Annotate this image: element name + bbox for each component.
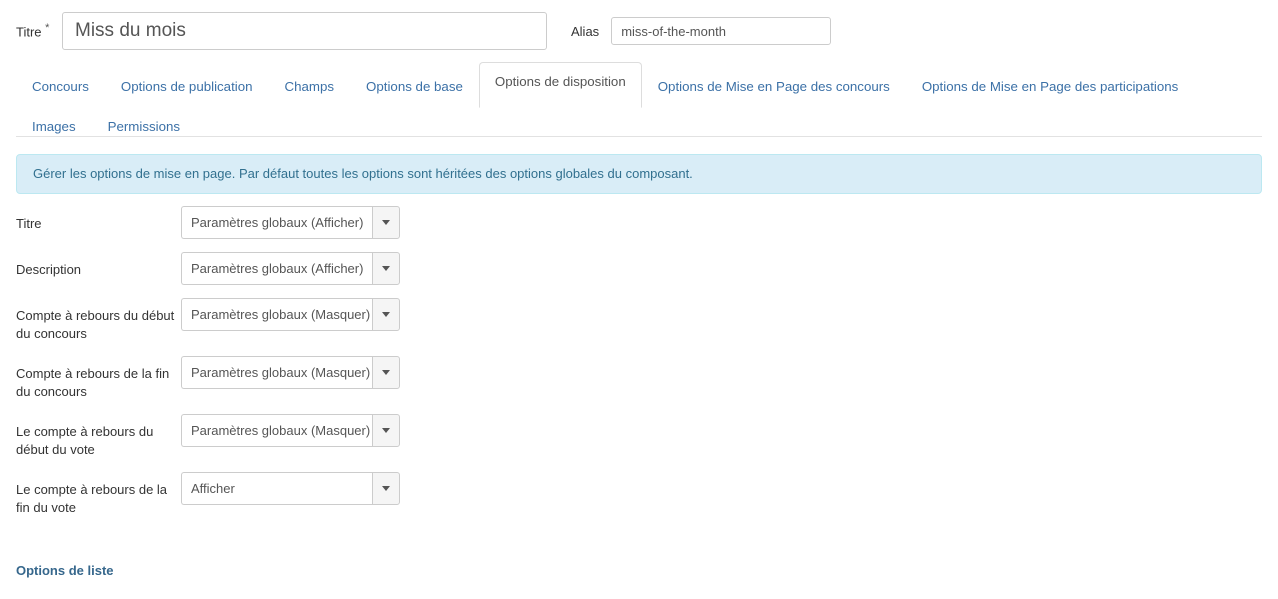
tab-link[interactable]: Images [16, 107, 92, 147]
tab-link[interactable]: Options de Mise en Page des concours [642, 67, 906, 107]
countdown-contest-end-select[interactable]: Paramètres globaux (Masquer) [181, 356, 400, 389]
tab-link[interactable]: Options de Mise en Page des participatio… [906, 67, 1195, 107]
tab-permissions[interactable]: Permissions [92, 107, 196, 147]
tab-options-de-publication[interactable]: Options de publication [105, 67, 269, 107]
tab-champs[interactable]: Champs [269, 67, 351, 107]
select-value[interactable]: Paramètres globaux (Afficher) [181, 252, 372, 285]
form-row-countdown-vote-end: Le compte à rebours de la fin du vote Af… [0, 472, 1278, 517]
countdown-contest-start-select[interactable]: Paramètres globaux (Masquer) [181, 298, 400, 331]
select-dropdown-button[interactable] [372, 356, 400, 389]
title-alias-row: Titre * Alias [0, 0, 1278, 62]
tab-bar: Concours Options de publication Champs O… [0, 62, 1278, 147]
countdown-vote-start-select[interactable]: Paramètres globaux (Masquer) [181, 414, 400, 447]
form-label: Le compte à rebours de la fin du vote [16, 482, 168, 515]
tab-link[interactable]: Options de disposition [478, 62, 642, 108]
tab-link[interactable]: Permissions [92, 107, 196, 147]
chevron-down-icon [382, 370, 390, 375]
title-field-label: Titre * [0, 22, 62, 39]
required-asterisk: * [45, 22, 50, 35]
select-value[interactable]: Paramètres globaux (Afficher) [181, 206, 372, 239]
form-label: Le compte à rebours du début du vote [16, 424, 154, 457]
title-field-label-text: Titre [16, 24, 42, 40]
tab-concours[interactable]: Concours [16, 67, 105, 107]
alias-input[interactable] [611, 17, 832, 45]
select-value[interactable]: Afficher [181, 472, 372, 505]
tabs-divider [16, 136, 1262, 137]
select-dropdown-button[interactable] [372, 472, 400, 505]
form-row-countdown-contest-start: Compte à rebours du début du concours Pa… [0, 298, 1278, 343]
info-alert-text: Gérer les options de mise en page. Par d… [33, 166, 693, 181]
form-row-countdown-vote-start: Le compte à rebours du début du vote Par… [0, 414, 1278, 459]
form-label: Compte à rebours du début du concours [16, 308, 175, 341]
tab-link[interactable]: Options de publication [105, 67, 269, 107]
tab-images[interactable]: Images [16, 107, 92, 147]
title-input[interactable] [62, 12, 547, 50]
info-alert: Gérer les options de mise en page. Par d… [16, 154, 1262, 194]
tab-options-mise-en-page-concours[interactable]: Options de Mise en Page des concours [642, 67, 906, 107]
form-row-description: Description Paramètres globaux (Afficher… [0, 252, 1278, 285]
select-dropdown-button[interactable] [372, 252, 400, 285]
chevron-down-icon [382, 312, 390, 317]
tab-options-de-base[interactable]: Options de base [350, 67, 479, 107]
form-label: Compte à rebours de la fin du concours [16, 366, 170, 399]
chevron-down-icon [382, 428, 390, 433]
form-label: Titre [16, 216, 42, 231]
alias-field-label: Alias [571, 23, 600, 39]
tab-link[interactable]: Champs [269, 67, 351, 107]
tab-options-de-disposition[interactable]: Options de disposition [478, 62, 642, 108]
list-options-heading: Options de liste [16, 563, 114, 578]
select-dropdown-button[interactable] [372, 298, 400, 331]
select-value[interactable]: Paramètres globaux (Masquer) [181, 356, 372, 389]
description-display-select[interactable]: Paramètres globaux (Afficher) [181, 252, 400, 285]
countdown-vote-end-select[interactable]: Afficher [181, 472, 400, 505]
select-value[interactable]: Paramètres globaux (Masquer) [181, 298, 372, 331]
tab-link[interactable]: Options de base [350, 67, 479, 107]
tab-options-mise-en-page-participations[interactable]: Options de Mise en Page des participatio… [906, 67, 1195, 107]
chevron-down-icon [382, 486, 390, 491]
titre-display-select[interactable]: Paramètres globaux (Afficher) [181, 206, 400, 239]
form-label: Description [16, 262, 82, 277]
select-dropdown-button[interactable] [372, 206, 400, 239]
select-dropdown-button[interactable] [372, 414, 400, 447]
chevron-down-icon [382, 220, 390, 225]
form-row-titre: Titre Paramètres globaux (Afficher) [0, 206, 1278, 239]
tab-list: Concours Options de publication Champs O… [16, 62, 1262, 147]
chevron-down-icon [382, 266, 390, 271]
layout-options-form: Titre Paramètres globaux (Afficher) Desc… [0, 206, 1278, 530]
form-row-countdown-contest-end: Compte à rebours de la fin du concours P… [0, 356, 1278, 401]
select-value[interactable]: Paramètres globaux (Masquer) [181, 414, 372, 447]
tab-link[interactable]: Concours [16, 67, 105, 107]
